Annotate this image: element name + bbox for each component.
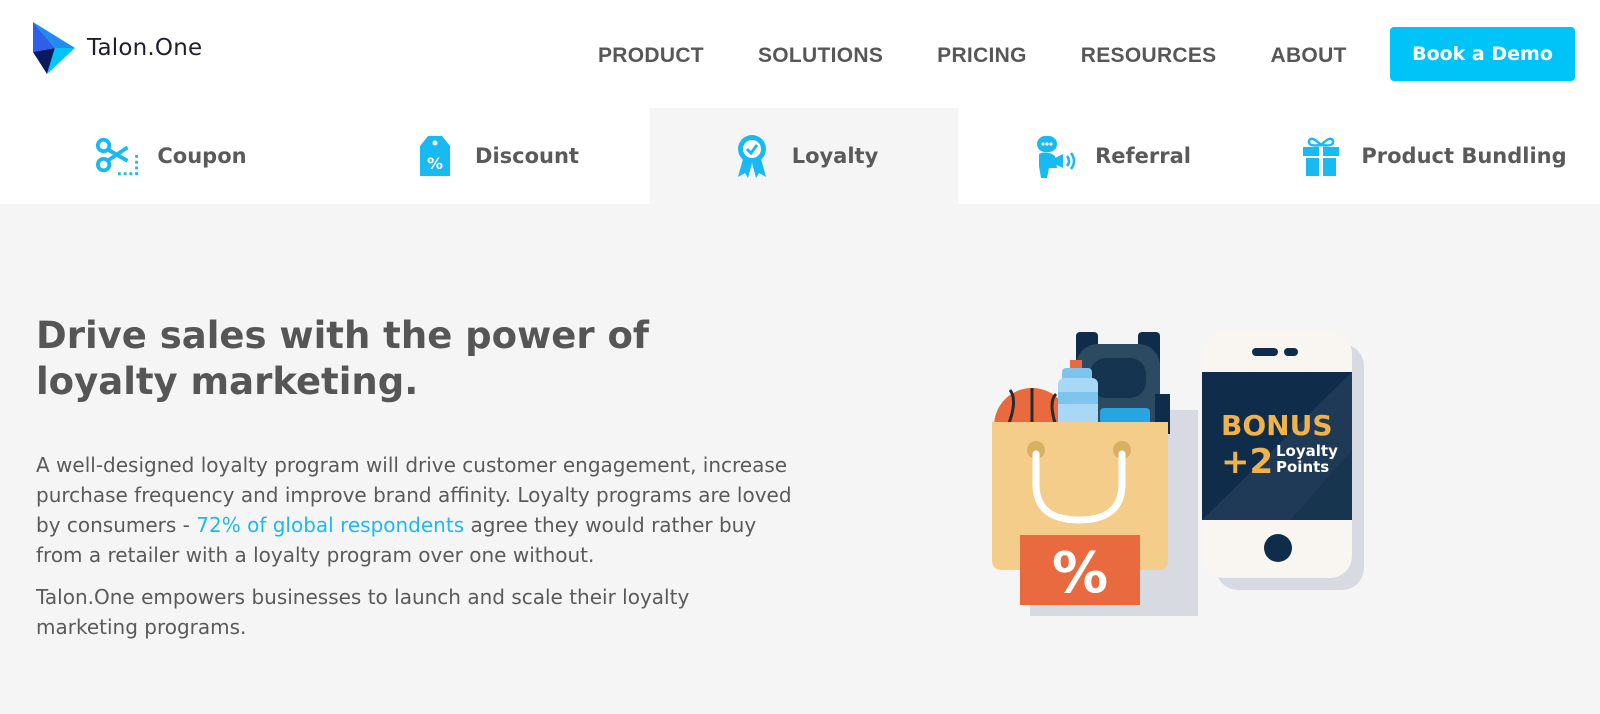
book-demo-button[interactable]: Book a Demo (1390, 27, 1575, 81)
tab-label-referral: Referral (1095, 144, 1191, 168)
tab-discount[interactable]: % Discount (342, 108, 650, 204)
tab-label-product-bundling: Product Bundling (1361, 144, 1567, 168)
stat-link[interactable]: 72% of global respondents (196, 513, 464, 537)
scissors-coupon-icon (95, 134, 139, 178)
feature-tabs: Coupon % Discount Loyalty Referral Produ… (0, 108, 1600, 204)
svg-text:%: % (427, 154, 443, 173)
hero-paragraph-2: Talon.One empowers businesses to launch … (36, 585, 690, 639)
page-title: Drive sales with the power of loyalty ma… (36, 314, 650, 403)
talon-one-logo-icon (33, 22, 75, 74)
gift-box-icon (1299, 134, 1343, 178)
bag-percent-label: % (1052, 541, 1108, 606)
nav-product[interactable]: PRODUCT (598, 44, 704, 68)
brand-name: Talon.One (87, 35, 203, 61)
phone-points-number: +2 (1221, 442, 1273, 482)
tab-label-discount: Discount (475, 144, 579, 168)
nav-solutions[interactable]: SOLUTIONS (758, 44, 883, 68)
tab-referral[interactable]: Referral (958, 108, 1266, 204)
hero-paragraph-1: A well-designed loyalty program will dri… (36, 450, 796, 570)
tab-product-bundling[interactable]: Product Bundling (1266, 108, 1600, 204)
nav-resources[interactable]: RESOURCES (1081, 44, 1217, 68)
phone-bonus-text: BONUS (1221, 409, 1332, 442)
tab-coupon[interactable]: Coupon (0, 108, 342, 204)
phone-points-text: Points (1276, 458, 1329, 476)
loyalty-illustration: % BONUS +2 Loyalty Points (992, 332, 1364, 616)
price-tag-percent-icon: % (413, 134, 457, 178)
tab-label-coupon: Coupon (157, 144, 247, 168)
logo[interactable]: Talon.One (33, 22, 202, 74)
phone-icon: BONUS +2 Loyalty Points (1202, 332, 1364, 590)
nav-pricing[interactable]: PRICING (937, 44, 1027, 68)
award-ribbon-icon (730, 134, 774, 178)
tab-label-loyalty: Loyalty (791, 144, 879, 168)
main-nav: PRODUCT SOLUTIONS PRICING RESOURCES ABOU… (598, 44, 1347, 68)
speaker-person-icon (1033, 134, 1077, 178)
tab-loyalty[interactable]: Loyalty (650, 108, 958, 204)
nav-about[interactable]: ABOUT (1271, 44, 1347, 68)
site-header: Talon.One PRODUCT SOLUTIONS PRICING RESO… (0, 0, 1600, 108)
